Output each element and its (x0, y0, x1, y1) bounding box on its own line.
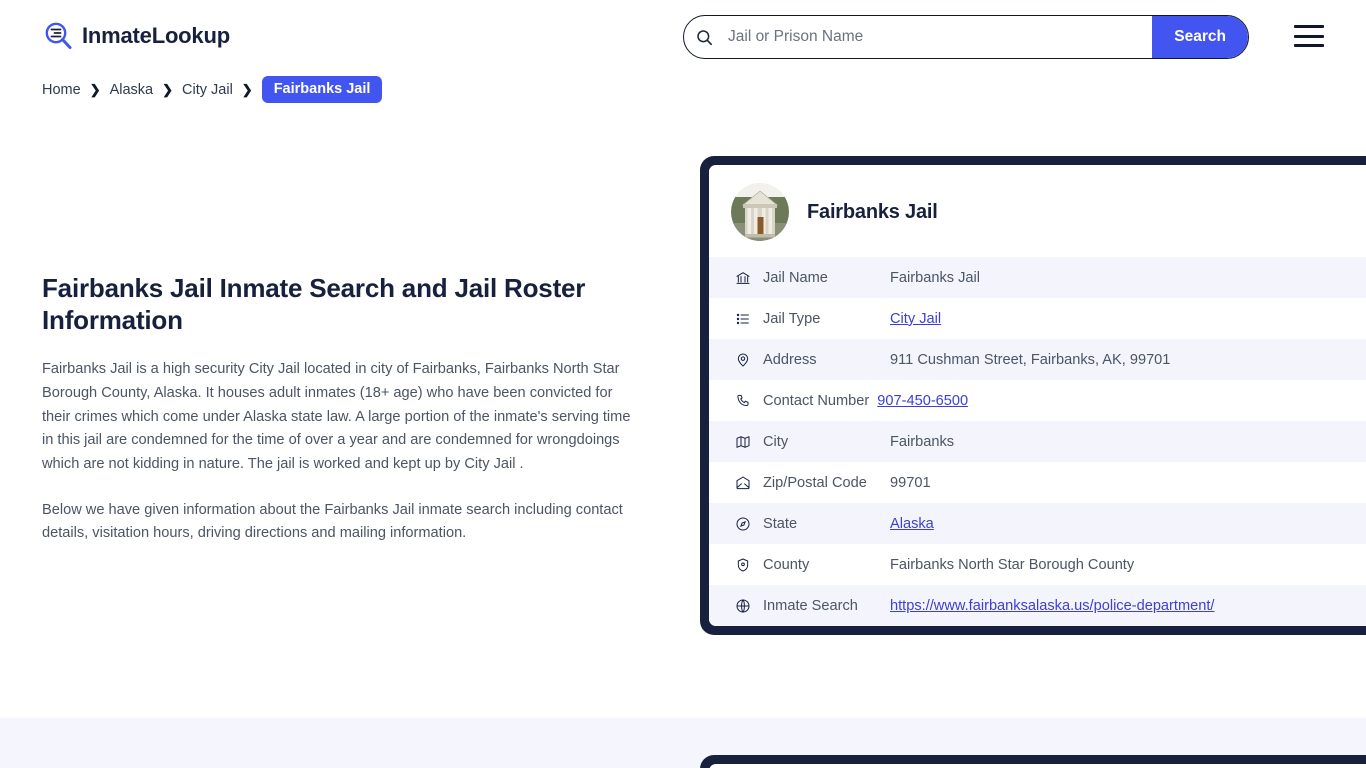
row-value[interactable]: City Jail (890, 311, 941, 327)
bank-icon (735, 270, 763, 286)
row-value: 99701 (890, 475, 931, 491)
row-label: State (763, 516, 890, 532)
jail-info-table: Jail NameFairbanks JailJail TypeCity Jai… (709, 257, 1366, 626)
row-value: Fairbanks (890, 434, 954, 450)
globe-icon (735, 598, 763, 614)
row-label: Inmate Search (763, 598, 890, 614)
row-value-link[interactable]: Alaska (890, 516, 934, 532)
breadcrumb-link-city-jail[interactable]: City Jail (182, 82, 233, 98)
row-value[interactable]: Alaska (890, 516, 934, 532)
main-content-left: Fairbanks Jail Inmate Search and Jail Ro… (42, 272, 642, 568)
next-card-preview-inner (709, 764, 1366, 768)
row-label: Jail Name (763, 270, 890, 286)
table-row: Inmate Searchhttps://www.fairbanksalaska… (709, 585, 1366, 626)
page-title: Fairbanks Jail Inmate Search and Jail Ro… (42, 272, 602, 336)
list-icon (735, 311, 763, 327)
hamburger-bar (1294, 44, 1324, 47)
site-logo-text: InmateLookup (82, 23, 230, 49)
row-label: City (763, 434, 890, 450)
jail-info-card-header: Fairbanks Jail (709, 165, 1366, 257)
envelope-icon (735, 475, 763, 491)
search-button[interactable]: Search (1152, 15, 1248, 59)
row-value-link[interactable]: https://www.fairbanksalaska.us/police-de… (890, 598, 1214, 614)
search-input[interactable] (724, 16, 1152, 58)
jail-info-card-inner: Fairbanks Jail Jail NameFairbanks JailJa… (709, 165, 1366, 626)
page-root: InmateLookup Search Home ❯ Alaska ❯ City Jai… (0, 0, 1366, 768)
row-value[interactable]: 907-450-6500 (877, 393, 968, 409)
row-value: Fairbanks North Star Borough County (890, 557, 1134, 573)
row-label: Zip/Postal Code (763, 475, 890, 491)
row-label: County (763, 557, 890, 573)
breadcrumb-current: Fairbanks Jail (262, 76, 383, 103)
table-row: CountyFairbanks North Star Borough Count… (709, 544, 1366, 585)
chevron-right-icon: ❯ (242, 83, 253, 96)
site-logo[interactable]: InmateLookup (42, 20, 230, 52)
table-row: Jail NameFairbanks Jail (709, 257, 1366, 298)
breadcrumb-link-alaska[interactable]: Alaska (110, 82, 154, 98)
map-icon (735, 434, 763, 450)
row-label: Address (763, 352, 890, 368)
description-paragraph-2: Below we have given information about th… (42, 499, 637, 546)
magnifier-list-icon (42, 20, 74, 52)
row-value: 911 Cushman Street, Fairbanks, AK, 99701 (890, 352, 1170, 368)
table-row: Contact Number907-450-6500 (709, 380, 1366, 421)
compass-icon (735, 516, 763, 532)
shield-icon (735, 557, 763, 573)
row-value: Fairbanks Jail (890, 270, 980, 286)
chevron-right-icon: ❯ (162, 83, 173, 96)
map-pin-icon (735, 352, 763, 368)
phone-icon (735, 393, 763, 409)
hamburger-menu-icon[interactable] (1294, 25, 1324, 47)
description-paragraph-1: Fairbanks Jail is a high security City J… (42, 358, 637, 476)
table-row: Jail TypeCity Jail (709, 298, 1366, 339)
search-icon (684, 28, 724, 47)
site-header: InmateLookup Search (0, 0, 1366, 74)
breadcrumb: Home ❯ Alaska ❯ City Jail ❯ Fairbanks Jail (42, 76, 382, 103)
search-bar: Search (683, 15, 1249, 59)
table-row: Zip/Postal Code99701 (709, 462, 1366, 503)
row-value[interactable]: https://www.fairbanksalaska.us/police-de… (890, 598, 1214, 614)
hamburger-bar (1294, 25, 1324, 28)
hamburger-bar (1294, 35, 1324, 38)
row-label: Jail Type (763, 311, 890, 327)
next-card-preview (700, 755, 1366, 768)
table-row: StateAlaska (709, 503, 1366, 544)
courthouse-building-photo (731, 183, 789, 241)
jail-info-card-title: Fairbanks Jail (807, 201, 938, 224)
row-label: Contact Number (763, 393, 877, 409)
table-row: CityFairbanks (709, 421, 1366, 462)
jail-info-card: Fairbanks Jail Jail NameFairbanks JailJa… (700, 156, 1366, 635)
row-value-link[interactable]: City Jail (890, 311, 941, 327)
table-row: Address911 Cushman Street, Fairbanks, AK… (709, 339, 1366, 380)
breadcrumb-link-home[interactable]: Home (42, 82, 81, 98)
row-value-link[interactable]: 907-450-6500 (877, 393, 968, 409)
chevron-right-icon: ❯ (90, 83, 101, 96)
